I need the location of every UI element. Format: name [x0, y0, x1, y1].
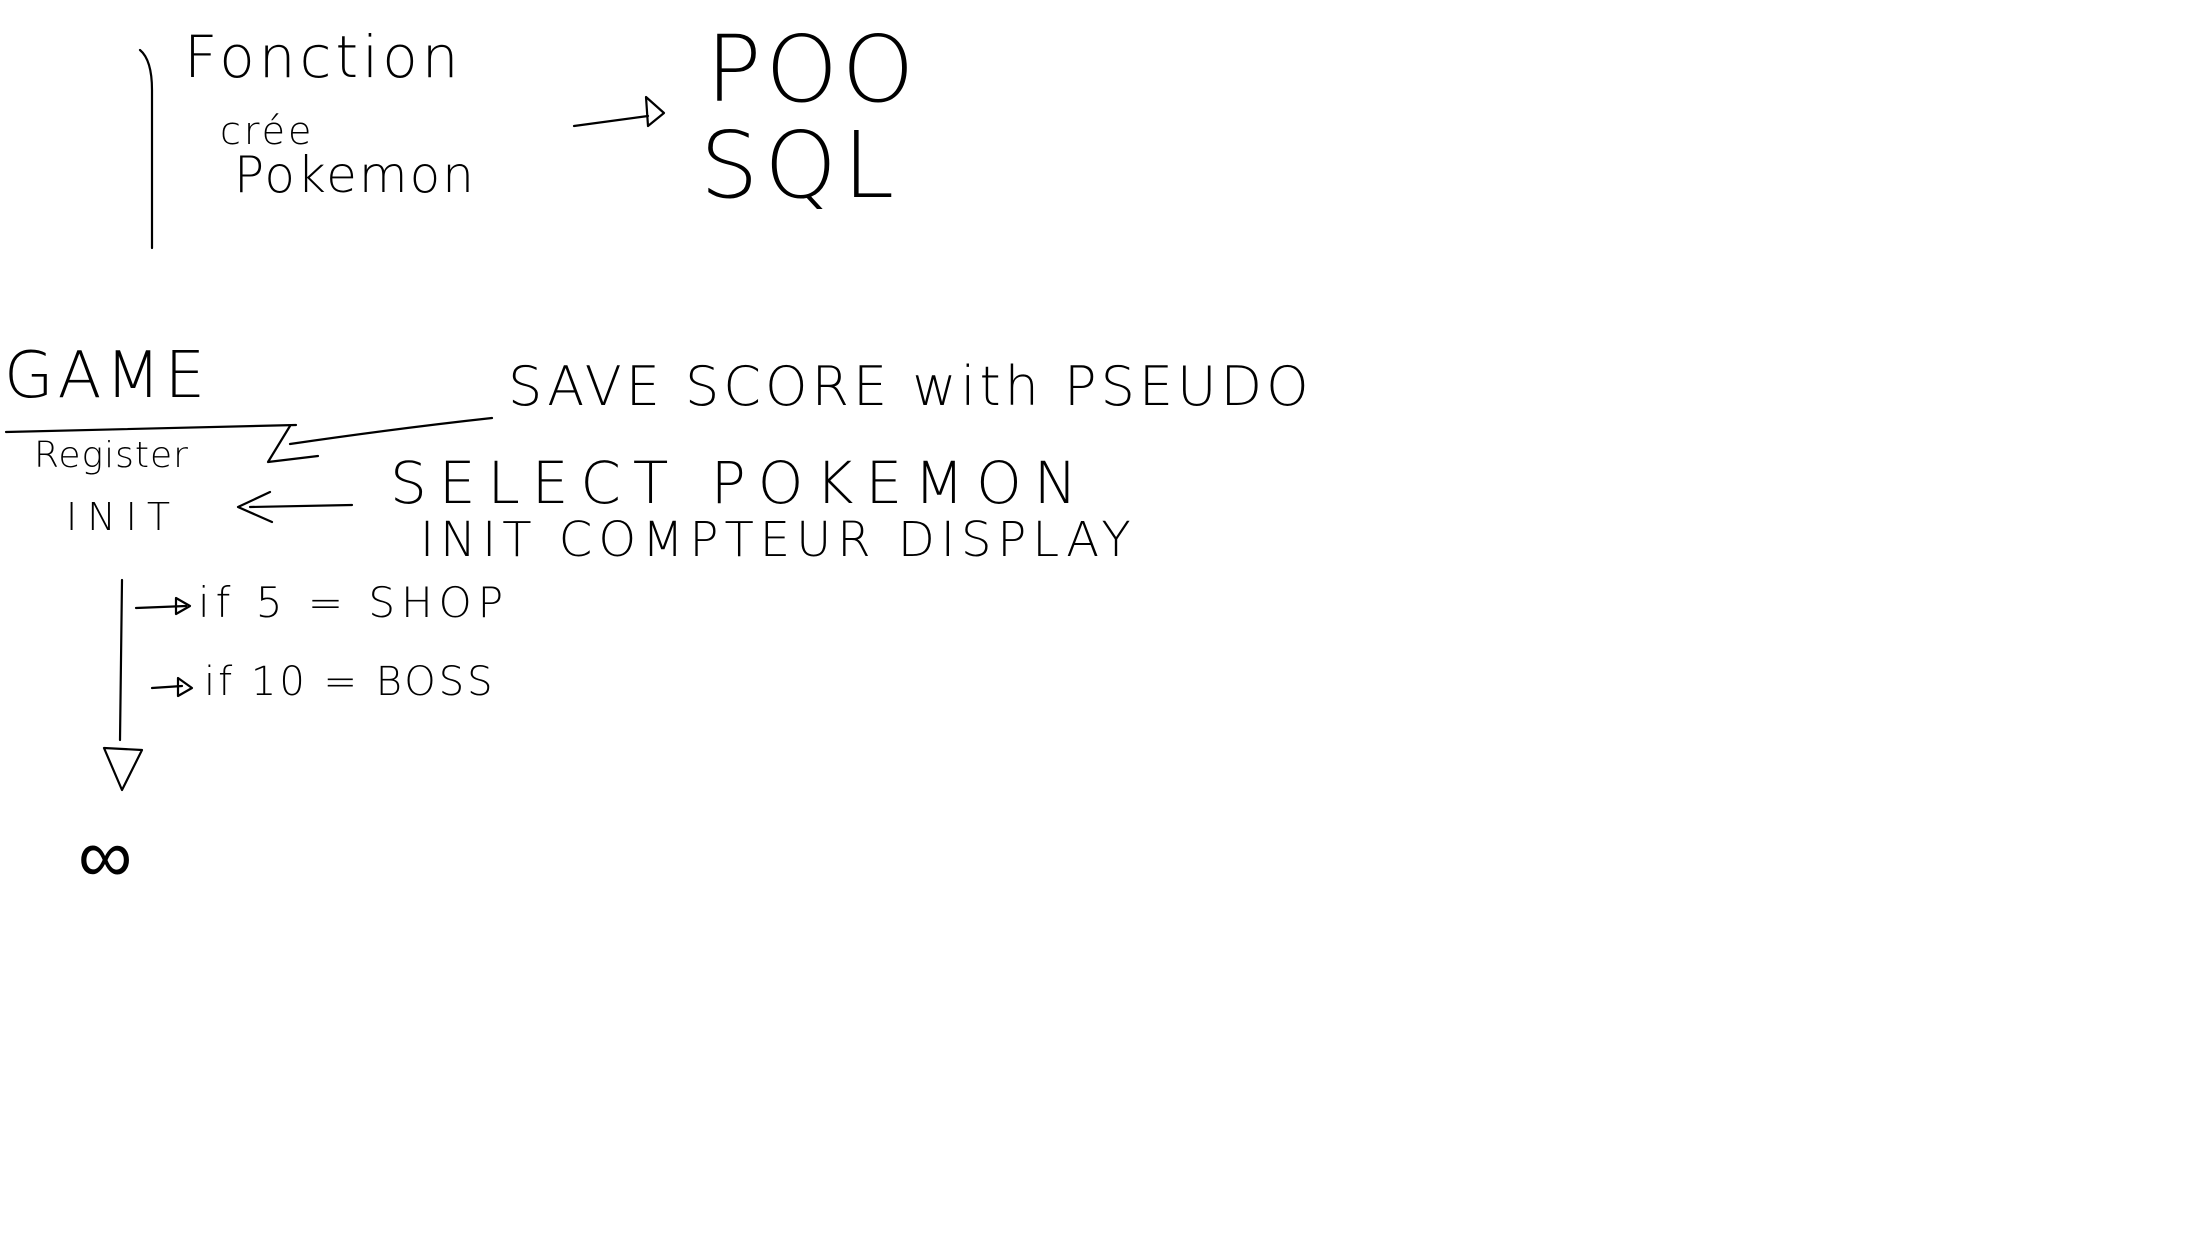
init-compteur-text: INIT COMPTEUR DISPLAY — [420, 512, 1137, 568]
arrow-head-poo — [644, 95, 666, 128]
arrow-save-to-register — [288, 416, 494, 446]
cree-text: crée — [220, 109, 315, 153]
branch-arrow-if5 — [134, 604, 188, 610]
game-underline — [4, 423, 298, 434]
select-pokemon-text: SELECT POKEMON — [390, 449, 1090, 517]
top-vertical-bar — [138, 48, 154, 250]
sketch-canvas: Fonction crée Pokemon POO SQL GAME Regis… — [0, 0, 2192, 1233]
game-loop-line — [118, 578, 124, 742]
sql-text: SQL — [700, 112, 901, 219]
register-text: Register — [34, 435, 189, 476]
infinity-symbol: ∞ — [78, 811, 133, 900]
poo-text: POO — [706, 16, 919, 123]
if5-text: if 5 = SHOP — [198, 578, 510, 627]
if10-text: if 10 = BOSS — [204, 659, 496, 705]
game-title: GAME — [4, 339, 210, 413]
game-loop-arrow-head — [102, 746, 144, 792]
arrow-select-to-init — [248, 503, 354, 509]
arrow-to-poo — [572, 114, 650, 128]
fonction-text: Fonction — [184, 23, 463, 91]
pokemon-text: Pokemon — [234, 146, 476, 204]
init-text: INIT — [66, 495, 181, 539]
save-score-text: SAVE SCORE with PSEUDO — [508, 355, 1313, 418]
